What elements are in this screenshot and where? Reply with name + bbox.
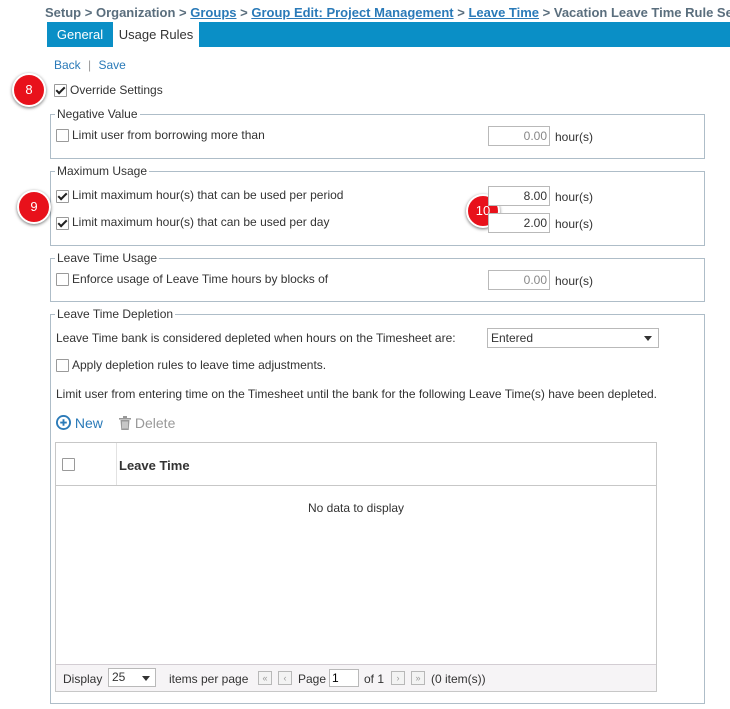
leave-time-grid: Leave Time No data to display Display 25… (55, 442, 657, 692)
breadcrumb-group-edit-link[interactable]: Group Edit: Project Management (251, 5, 453, 20)
leave-time-depletion-legend: Leave Time Depletion (55, 307, 176, 321)
callout-badge-8: 8 (12, 73, 46, 107)
plus-circle-icon (56, 415, 71, 430)
tab-usage-rules[interactable]: Usage Rules (113, 22, 199, 47)
item-count-label: (0 item(s)) (431, 672, 486, 686)
per-day-hours-input[interactable] (488, 213, 550, 233)
depletion-bank-select[interactable]: Entered (487, 328, 659, 348)
items-per-page-label: items per page (169, 672, 249, 686)
maximum-usage-legend: Maximum Usage (55, 164, 150, 178)
pager-display-label: Display (63, 672, 103, 686)
breadcrumb-groups-link[interactable]: Groups (190, 5, 236, 20)
limit-borrowing-checkbox[interactable] (56, 129, 69, 142)
blocks-hours-input[interactable] (488, 270, 550, 290)
select-all-checkbox[interactable] (62, 458, 75, 471)
breadcrumb-separator: > (542, 5, 551, 20)
grid-empty-message: No data to display (307, 501, 405, 515)
page-size-value: 25 (112, 670, 126, 684)
page-size-select[interactable]: 25 (108, 668, 156, 687)
borrowing-hours-unit: hour(s) (555, 130, 594, 144)
blocks-hours-unit: hour(s) (555, 274, 594, 288)
new-button-label: New (74, 415, 103, 431)
trash-icon (119, 416, 131, 430)
previous-page-button[interactable]: ‹ (278, 671, 292, 685)
leave-time-usage-legend: Leave Time Usage (55, 251, 160, 265)
save-link[interactable]: Save (99, 58, 126, 72)
maximum-usage-fieldset: Maximum Usage (50, 164, 705, 246)
breadcrumb-current-page: Vacation Leave Time Rule Setup (553, 5, 730, 20)
grid-column-divider (116, 443, 117, 485)
override-settings-label: Override Settings (70, 83, 163, 97)
action-divider: | (88, 58, 92, 72)
tab-general[interactable]: General (47, 22, 113, 47)
breadcrumb-organization: Organization (95, 5, 176, 20)
page-label: Page (298, 672, 327, 686)
depletion-bank-select-value: Entered (491, 331, 534, 345)
breadcrumb-leave-time-link[interactable]: Leave Time (468, 5, 539, 20)
per-period-hours-input[interactable] (488, 186, 550, 206)
limit-per-period-checkbox[interactable] (56, 190, 69, 203)
breadcrumb-separator: > (179, 5, 187, 20)
apply-depletion-adjustments-checkbox[interactable] (56, 359, 69, 372)
enforce-blocks-label: Enforce usage of Leave Time hours by blo… (72, 272, 329, 286)
depletion-bank-label: Leave Time bank is considered depleted w… (56, 331, 456, 345)
new-button[interactable]: New (56, 415, 103, 431)
breadcrumb-separator: > (84, 5, 93, 20)
enforce-blocks-checkbox[interactable] (56, 273, 69, 286)
first-page-button[interactable]: « (258, 671, 272, 685)
per-day-hours-unit: hour(s) (555, 217, 594, 231)
limit-per-day-checkbox[interactable] (56, 217, 69, 230)
limit-per-day-label: Limit maximum hour(s) that can be used p… (72, 215, 330, 229)
limit-per-period-label: Limit maximum hour(s) that can be used p… (72, 188, 344, 202)
action-links: Back | Save (54, 58, 126, 72)
tab-bar: General Usage Rules (47, 22, 730, 47)
back-link[interactable]: Back (54, 58, 81, 72)
breadcrumb: Setup > Organization > Groups > Group Ed… (45, 5, 730, 20)
last-page-button[interactable]: » (411, 671, 425, 685)
borrowing-hours-input[interactable] (488, 126, 550, 146)
column-header-leave-time[interactable]: Leave Time (119, 458, 190, 473)
callout-badge-9: 9 (17, 190, 51, 224)
apply-depletion-adjustments-label: Apply depletion rules to leave time adju… (72, 358, 327, 372)
delete-button-label: Delete (134, 415, 176, 431)
chevron-down-icon (644, 336, 652, 341)
page-number-input[interactable] (329, 669, 359, 687)
limit-borrowing-label: Limit user from borrowing more than (72, 128, 265, 142)
per-period-hours-unit: hour(s) (555, 190, 594, 204)
breadcrumb-setup: Setup (45, 5, 82, 20)
breadcrumb-separator: > (457, 5, 465, 20)
delete-button[interactable]: Delete (119, 415, 175, 431)
page-count-label: of 1 (364, 672, 385, 686)
chevron-down-icon (142, 676, 150, 681)
grid-pager: Display 25 items per page « ‹ Page of 1 … (56, 664, 656, 691)
negative-value-legend: Negative Value (55, 107, 140, 121)
override-settings-checkbox[interactable] (54, 84, 67, 97)
depletion-limit-text: Limit user from entering time on the Tim… (56, 387, 657, 401)
breadcrumb-separator: > (240, 5, 248, 20)
grid-header: Leave Time (56, 443, 656, 486)
next-page-button[interactable]: › (391, 671, 405, 685)
